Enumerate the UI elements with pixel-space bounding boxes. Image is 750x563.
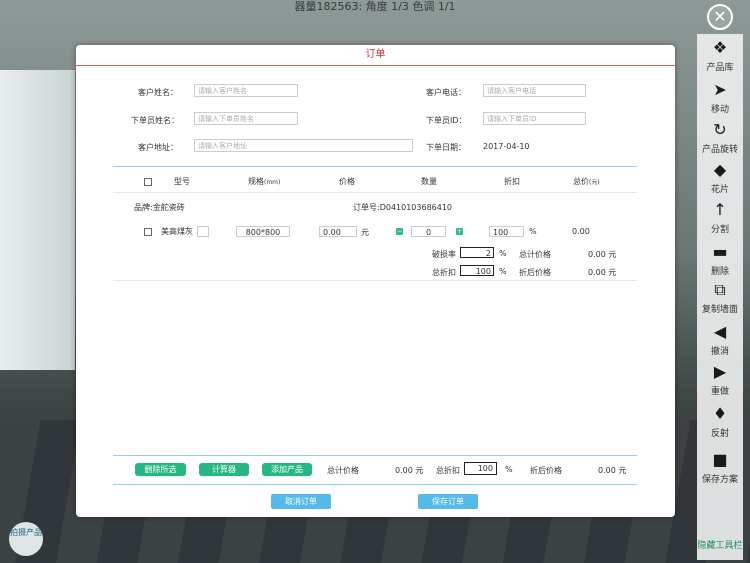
row-bottom-divider xyxy=(113,280,637,281)
header-total: 总价(元) xyxy=(573,177,600,186)
toolbar-rotate[interactable]: ↻ 产品旋转 xyxy=(697,120,743,155)
orderer-name-label: 下单员姓名： xyxy=(131,116,179,125)
footer-bottom-divider xyxy=(113,484,637,485)
row-total-discount-unit: % xyxy=(499,267,507,276)
row-spec: 800*800 xyxy=(236,226,290,237)
orderer-name-input[interactable]: 请输入下单员姓名 xyxy=(194,112,298,125)
scene-window xyxy=(0,70,75,370)
loss-rate-input[interactable]: 2 xyxy=(460,247,494,258)
header-discount: 折扣 xyxy=(504,177,520,186)
row-after-discount-value: 0.00 元 xyxy=(588,268,617,277)
toolbar-product-library[interactable]: ❖ 产品库 xyxy=(697,38,743,73)
loss-rate-label: 破损率 xyxy=(432,250,456,259)
row-price-input[interactable]: 0.00 xyxy=(319,226,357,237)
save-icon: ■ xyxy=(712,450,728,469)
footer-total-discount-label: 总折扣 xyxy=(436,466,460,475)
quantity-increase-button[interactable]: + xyxy=(456,228,463,235)
toolbar-hide[interactable]: 隐藏工具栏 xyxy=(697,538,743,551)
trash-icon: ▬ xyxy=(712,242,728,261)
header-divider xyxy=(113,192,637,193)
order-date-label: 下单日期： xyxy=(426,143,466,152)
close-icon[interactable]: ✕ xyxy=(707,4,733,30)
row-total-price-value: 0.00 元 xyxy=(588,250,617,259)
footer-total-price-label: 总计价格 xyxy=(327,466,359,475)
navigate-arrow-icon: ➤ xyxy=(713,80,727,99)
copy-wall-icon: ⧉ xyxy=(714,280,726,299)
delete-selected-button[interactable]: 删除所选 xyxy=(135,463,186,476)
header-spec: 规格(mm) xyxy=(248,177,281,186)
row-discount-input[interactable]: 100 xyxy=(489,226,524,237)
order-dialog: 订单 客户姓名： 请输入客户姓名 客户电话： 请输入客户电话 下单员姓名： 请输… xyxy=(76,45,675,517)
cubes-icon: ❖ xyxy=(712,38,728,57)
quantity-decrease-button[interactable]: − xyxy=(396,228,403,235)
footer-after-discount-value: 0.00 元 xyxy=(598,466,627,475)
row-total: 0.00 xyxy=(572,227,590,236)
row-checkbox[interactable] xyxy=(144,228,152,236)
order-number: 订单号:D0410103686410 xyxy=(353,203,453,212)
footer-top-divider xyxy=(113,455,637,456)
customer-phone-input[interactable]: 请输入客户电话 xyxy=(483,84,586,97)
customer-name-input[interactable]: 请输入客户姓名 xyxy=(194,84,298,97)
calculator-button[interactable]: 计算器 xyxy=(199,463,249,476)
add-product-button[interactable]: 添加产品 xyxy=(262,463,312,476)
row-total-discount-label: 总折扣 xyxy=(432,268,456,277)
top-status-text: 器量182563: 角度 1/3 色调 1/1 xyxy=(294,0,456,13)
orderer-id-input[interactable]: 请输入下单员ID xyxy=(483,112,586,125)
brand-label: 品牌:金舵瓷砖 xyxy=(134,203,185,212)
toolbar-reflection[interactable]: ♦ 反射 xyxy=(697,404,743,439)
toolbar-copy-wall[interactable]: ⧉ 复制墙面 xyxy=(697,280,743,315)
footer-total-discount-unit: % xyxy=(505,465,513,474)
toolbar-split[interactable]: ↑ 分割 xyxy=(697,200,743,235)
row-discount-unit: % xyxy=(529,227,537,236)
row-after-discount-label: 折后价格 xyxy=(519,268,551,277)
header-price: 价格 xyxy=(339,177,355,186)
row-total-price-label: 总计价格 xyxy=(519,250,551,259)
toolbar-delete[interactable]: ▬ 删除 xyxy=(697,242,743,277)
split-arrow-icon: ↑ xyxy=(713,200,727,219)
customer-name-label: 客户姓名： xyxy=(138,88,178,97)
row-total-discount-input[interactable]: 100 xyxy=(460,265,494,276)
footer-total-price-value: 0.00 元 xyxy=(395,466,424,475)
undo-icon: ◀ xyxy=(713,322,727,341)
right-toolbar: ❖ 产品库 ➤ 移动 ↻ 产品旋转 ◆ 花片 ↑ 分割 ▬ 删除 ⧉ 复制墙面 ◀ 撤消 ▶ 重做… xyxy=(697,34,743,560)
orderer-id-label: 下单员ID： xyxy=(426,116,467,125)
toolbar-save-scheme[interactable]: ■ 保存方案 xyxy=(697,450,743,485)
footer-after-discount-label: 折后价格 xyxy=(530,466,562,475)
select-all-checkbox[interactable] xyxy=(144,178,152,186)
row-model-box xyxy=(197,226,209,237)
rotate-icon: ↻ xyxy=(713,120,727,139)
header-model: 型号 xyxy=(174,177,190,186)
table-top-divider xyxy=(113,166,637,167)
redo-icon: ▶ xyxy=(713,362,727,381)
capture-product-button[interactable]: 拍摄产品 xyxy=(9,522,43,556)
toolbar-redo[interactable]: ▶ 重做 xyxy=(697,362,743,397)
dialog-title: 订单 xyxy=(76,45,675,66)
cancel-order-button[interactable]: 取消订单 xyxy=(271,494,331,509)
header-quantity: 数量 xyxy=(421,177,437,186)
save-order-button[interactable]: 保存订单 xyxy=(418,494,478,509)
row-quantity-input[interactable]: 0 xyxy=(411,226,446,237)
row-model: 美高煤灰 xyxy=(161,227,193,236)
customer-address-label: 客户地址： xyxy=(138,143,178,152)
footer-total-discount-input[interactable]: 100 xyxy=(464,462,497,475)
loss-rate-unit: % xyxy=(499,249,507,258)
customer-address-input[interactable]: 请输入客户地址 xyxy=(194,139,413,152)
row-price-unit: 元 xyxy=(361,228,369,237)
diamond-tile-icon: ◆ xyxy=(713,160,727,179)
toolbar-undo[interactable]: ◀ 撤消 xyxy=(697,322,743,357)
customer-phone-label: 客户电话： xyxy=(426,88,466,97)
toolbar-move[interactable]: ➤ 移动 xyxy=(697,80,743,115)
bulb-icon: ♦ xyxy=(712,404,728,423)
toolbar-tile-pattern[interactable]: ◆ 花片 xyxy=(697,160,743,195)
order-date-value: 2017-04-10 xyxy=(483,142,530,151)
